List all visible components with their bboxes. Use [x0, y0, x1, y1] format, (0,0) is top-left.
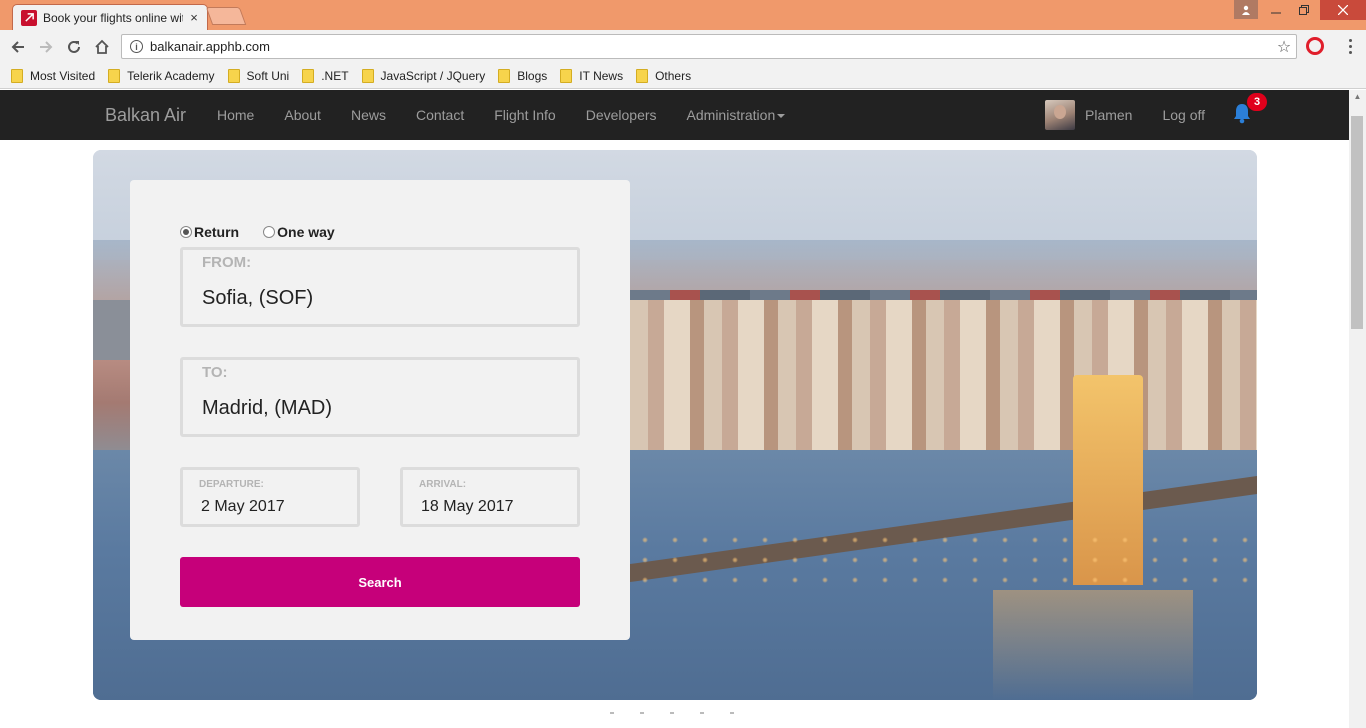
log-off-link[interactable]: Log off: [1162, 107, 1205, 123]
carousel-dot[interactable]: [640, 712, 644, 714]
nav-developers[interactable]: Developers: [571, 90, 672, 140]
bookmark-star-icon[interactable]: ☆: [1272, 37, 1296, 57]
from-field[interactable]: FROM: Sofia, (SOF): [180, 247, 580, 327]
user-area: Plamen Log off: [1045, 90, 1205, 140]
nav-contact[interactable]: Contact: [401, 90, 479, 140]
page-viewport: Balkan Air Home About News Contact Fligh…: [0, 90, 1349, 728]
bookmark-most-visited[interactable]: Most Visited: [11, 68, 95, 83]
to-value[interactable]: Madrid, (MAD): [202, 397, 332, 420]
browser-titlebar: Book your flights online with Balkan Air…: [0, 0, 1366, 30]
nav-about[interactable]: About: [269, 90, 336, 140]
scroll-up-icon[interactable]: ▲: [1349, 90, 1366, 104]
user-name-link[interactable]: Plamen: [1085, 107, 1132, 123]
carousel-dot[interactable]: [730, 712, 734, 714]
brand-link[interactable]: Balkan Air: [105, 105, 186, 126]
flight-search-form: Return One way FROM: Sofia, (SOF) TO: Ma…: [130, 180, 630, 640]
carousel-dot[interactable]: [700, 712, 704, 714]
new-tab-button[interactable]: [205, 7, 247, 25]
hero-left-shore: [93, 300, 133, 360]
folder-icon: [108, 68, 121, 83]
radio-one-way-label: One way: [277, 224, 335, 240]
departure-date-field[interactable]: DEPARTURE: 2 May 2017: [180, 467, 360, 527]
radio-return-label: Return: [194, 224, 240, 240]
folder-icon: [636, 68, 649, 83]
folder-icon: [560, 68, 573, 83]
bookmark-dotnet[interactable]: .NET: [302, 68, 349, 83]
back-icon[interactable]: [6, 35, 30, 59]
bookmark-telerik-academy[interactable]: Telerik Academy: [108, 68, 215, 83]
carousel-dot[interactable]: [610, 712, 614, 714]
tab-title: Book your flights online with Balkan Air: [43, 10, 183, 25]
site-info-icon[interactable]: i: [130, 40, 143, 53]
scroll-thumb[interactable]: [1351, 116, 1363, 329]
hero-buildings: [630, 300, 1257, 460]
tab-close-icon[interactable]: ×: [187, 10, 201, 25]
radio-return[interactable]: [180, 226, 192, 238]
folder-icon: [302, 68, 315, 83]
notifications-button[interactable]: 3: [1231, 93, 1267, 126]
balkan-air-favicon-icon: [21, 9, 37, 26]
opera-icon[interactable]: [1306, 37, 1324, 55]
departure-label: DEPARTURE:: [199, 479, 264, 490]
nav-administration-dropdown[interactable]: Administration: [672, 90, 801, 140]
folder-icon: [498, 68, 511, 83]
hero-image-budapest: Return One way FROM: Sofia, (SOF) TO: Ma…: [93, 150, 1257, 700]
bookmark-blogs[interactable]: Blogs: [498, 68, 547, 83]
from-value[interactable]: Sofia, (SOF): [202, 287, 313, 310]
folder-icon: [361, 68, 374, 83]
nav-administration-label: Administration: [686, 107, 776, 123]
arrival-value[interactable]: 18 May 2017: [421, 498, 514, 516]
notifications-badge: 3: [1247, 93, 1267, 111]
search-button[interactable]: Search: [180, 557, 580, 607]
trip-type-group: Return One way: [180, 224, 359, 240]
window-close-icon[interactable]: [1320, 0, 1366, 20]
trip-type-one-way[interactable]: One way: [263, 224, 335, 240]
page-scrollbar[interactable]: ▲: [1349, 90, 1366, 728]
to-label: TO:: [202, 364, 228, 381]
browser-toolbar: i balkanair.apphb.com ☆: [0, 30, 1366, 63]
hero-reflection: [993, 590, 1193, 700]
minimize-icon[interactable]: [1262, 0, 1290, 20]
trip-type-return[interactable]: Return: [180, 224, 239, 240]
radio-one-way[interactable]: [263, 226, 276, 238]
browser-tab[interactable]: Book your flights online with Balkan Air…: [12, 4, 208, 30]
to-field[interactable]: TO: Madrid, (MAD): [180, 357, 580, 437]
reload-icon[interactable]: [62, 35, 86, 59]
nav-links: Home About News Contact Flight Info Deve…: [202, 90, 800, 140]
caret-down-icon: [777, 114, 786, 119]
restore-icon[interactable]: [1290, 0, 1318, 20]
departure-value[interactable]: 2 May 2017: [201, 498, 285, 516]
carousel-dot[interactable]: [670, 712, 674, 714]
bookmark-others[interactable]: Others: [636, 68, 691, 83]
from-label: FROM:: [202, 254, 252, 271]
bookmark-it-news[interactable]: IT News: [560, 68, 623, 83]
bookmark-soft-uni[interactable]: Soft Uni: [227, 68, 289, 83]
bookmark-javascript-jquery[interactable]: JavaScript / JQuery: [361, 68, 485, 83]
hero-lights: [630, 530, 1257, 590]
browser-menu-icon[interactable]: [1340, 36, 1360, 56]
folder-icon: [227, 68, 240, 83]
forward-icon[interactable]: [34, 35, 58, 59]
carousel-indicators: [610, 712, 734, 714]
site-navbar: Balkan Air Home About News Contact Fligh…: [0, 90, 1349, 140]
avatar[interactable]: [1045, 100, 1075, 130]
profile-icon[interactable]: [1234, 0, 1258, 19]
home-icon[interactable]: [90, 35, 114, 59]
nav-home[interactable]: Home: [202, 90, 269, 140]
address-bar[interactable]: i balkanair.apphb.com ☆: [121, 34, 1297, 59]
bookmarks-bar: Most Visited Telerik Academy Soft Uni .N…: [0, 63, 1366, 89]
nav-flight-info[interactable]: Flight Info: [479, 90, 570, 140]
arrival-date-field[interactable]: ARRIVAL: 18 May 2017: [400, 467, 580, 527]
url-text[interactable]: balkanair.apphb.com: [150, 39, 1272, 54]
nav-news[interactable]: News: [336, 90, 401, 140]
arrival-label: ARRIVAL:: [419, 479, 467, 490]
folder-icon: [11, 68, 23, 83]
